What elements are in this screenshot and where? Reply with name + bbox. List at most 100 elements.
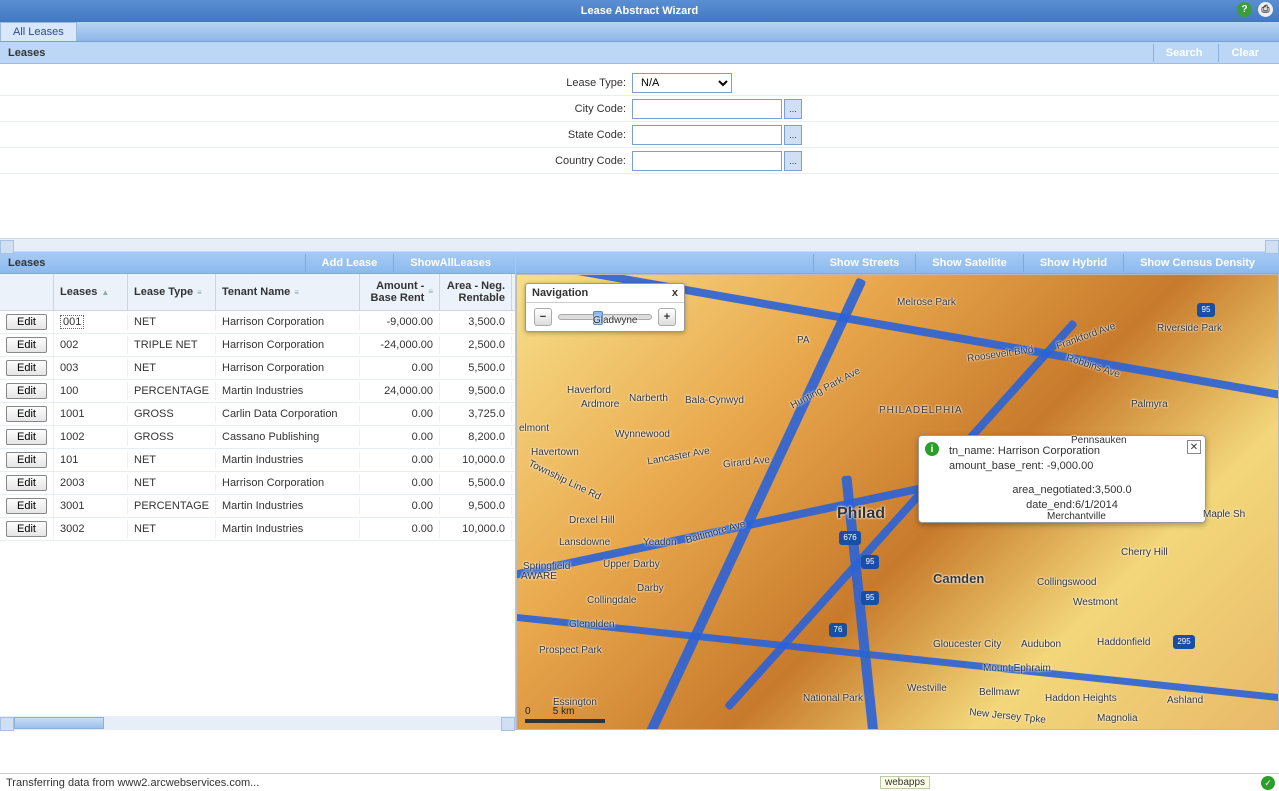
city-code-input[interactable] <box>632 99 782 119</box>
shield-295: 295 <box>1173 635 1195 649</box>
edit-button[interactable]: Edit <box>6 429 47 445</box>
shield-95-2: 95 <box>861 591 879 605</box>
map-label-line-rd: Township Line Rd <box>527 458 603 502</box>
city-code-lookup-button[interactable]: ... <box>784 99 802 119</box>
table-row[interactable]: Edit003NETHarrison Corporation0.005,500.… <box>0 357 515 380</box>
cell-lease-type: GROSS <box>128 428 216 446</box>
edit-button[interactable]: Edit <box>6 360 47 376</box>
map-label-glenolden: Glenolden <box>569 619 615 630</box>
edit-button[interactable]: Edit <box>6 314 47 330</box>
map-canvas[interactable]: Navigation x − + i ✕ tn_name: Harrison C… <box>516 274 1279 730</box>
print-icon[interactable]: ⎙ <box>1258 2 1273 17</box>
map-label-nj-tpke: New Jersey Tpke <box>969 707 1047 726</box>
map-label-narberth: Narberth <box>629 393 668 404</box>
edit-button[interactable]: Edit <box>6 475 47 491</box>
city-code-label: City Code: <box>0 103 632 115</box>
scroll-thumb[interactable] <box>14 717 104 729</box>
edit-button[interactable]: Edit <box>6 406 47 422</box>
left-h-scrollbar[interactable] <box>0 716 515 730</box>
nav-close-icon[interactable]: x <box>672 287 678 299</box>
state-code-lookup-button[interactable]: ... <box>784 125 802 145</box>
col-lease-type[interactable]: Lease Type≡ <box>128 274 216 310</box>
col-leases[interactable]: Leases▲ <box>54 274 128 310</box>
country-code-input[interactable] <box>632 151 782 171</box>
window-title: Lease Abstract Wizard <box>581 5 698 17</box>
map-label-hunting: Hunting Park Ave <box>789 366 862 412</box>
table-row[interactable]: Edit2003NETHarrison Corporation0.005,500… <box>0 472 515 495</box>
table-row[interactable]: Edit101NETMartin Industries0.0010,000.0 <box>0 449 515 472</box>
zoom-out-button[interactable]: − <box>534 308 552 326</box>
cell-lease-type: TRIPLE NET <box>128 336 216 354</box>
cell-tenant: Harrison Corporation <box>216 313 360 331</box>
cell-area: 3,725.0 <box>440 405 512 423</box>
shield-95-3: 95 <box>1197 303 1215 317</box>
map-label-lancaster: Lancaster Ave <box>647 446 711 468</box>
map-label-melrose: Melrose Park <box>897 297 956 308</box>
country-code-lookup-button[interactable]: ... <box>784 151 802 171</box>
map-label-haverford: Haverford <box>567 385 611 396</box>
map-label-ashland: Ashland <box>1167 695 1203 706</box>
cell-lease-id: 002 <box>54 336 128 354</box>
col-amount[interactable]: Amount - Base Rent≡ <box>360 274 440 310</box>
cell-tenant: Carlin Data Corporation <box>216 405 360 423</box>
cell-lease-type: NET <box>128 520 216 538</box>
cell-amount: 0.00 <box>360 428 440 446</box>
col-edit <box>0 274 54 310</box>
lease-type-select[interactable]: N/A <box>632 73 732 93</box>
col-area[interactable]: Area - Neg. Rentable <box>440 274 512 310</box>
table-row[interactable]: Edit002TRIPLE NETHarrison Corporation-24… <box>0 334 515 357</box>
map-label-haddonfield: Haddonfield <box>1097 637 1150 648</box>
map-label-yeadon: Yeadon <box>643 537 677 548</box>
scale-bar: 0 5 km <box>525 706 605 723</box>
col-tenant-name[interactable]: Tenant Name≡ <box>216 274 360 310</box>
map-label-bellmawr: Bellmawr <box>979 687 1020 698</box>
cell-lease-id: 1002 <box>54 428 128 446</box>
edit-button[interactable]: Edit <box>6 452 47 468</box>
cell-tenant: Harrison Corporation <box>216 474 360 492</box>
table-row[interactable]: Edit1001GROSSCarlin Data Corporation0.00… <box>0 403 515 426</box>
show-census-density-button[interactable]: Show Census Density <box>1123 254 1271 272</box>
map-info-popup: i ✕ tn_name: Harrison Corporation amount… <box>918 435 1206 523</box>
webapps-badge: webapps <box>880 776 930 789</box>
tab-all-leases[interactable]: All Leases <box>0 22 77 41</box>
map-label-palmyra: Palmyra <box>1131 399 1168 410</box>
search-button[interactable]: Search <box>1153 44 1215 62</box>
cell-amount: 0.00 <box>360 497 440 515</box>
table-row[interactable]: Edit001NETHarrison Corporation-9,000.003… <box>0 311 515 334</box>
zoom-in-button[interactable]: + <box>658 308 676 326</box>
edit-button[interactable]: Edit <box>6 337 47 353</box>
mid-scrollbar[interactable] <box>0 238 1279 252</box>
clear-button[interactable]: Clear <box>1218 44 1271 62</box>
shield-76: 76 <box>829 623 847 637</box>
map-label-bala: Bala-Cynwyd <box>685 395 744 406</box>
popup-close-icon[interactable]: ✕ <box>1187 440 1201 454</box>
map-label-westville: Westville <box>907 683 947 694</box>
sort-asc-icon: ▲ <box>101 288 109 297</box>
show-hybrid-button[interactable]: Show Hybrid <box>1023 254 1123 272</box>
show-streets-button[interactable]: Show Streets <box>813 254 916 272</box>
add-lease-button[interactable]: Add Lease <box>305 254 394 272</box>
edit-button[interactable]: Edit <box>6 521 47 537</box>
cell-amount: 0.00 <box>360 474 440 492</box>
table-row[interactable]: Edit1002GROSSCassano Publishing0.008,200… <box>0 426 515 449</box>
cell-amount: -9,000.00 <box>360 313 440 331</box>
cell-amount: 0.00 <box>360 520 440 538</box>
state-code-input[interactable] <box>632 125 782 145</box>
table-row[interactable]: Edit100PERCENTAGEMartin Industries24,000… <box>0 380 515 403</box>
show-satellite-button[interactable]: Show Satellite <box>915 254 1023 272</box>
cell-area: 5,500.0 <box>440 359 512 377</box>
map-label-merchantville: Merchantville <box>1047 511 1106 522</box>
map-label-collingswood: Collingswood <box>1037 577 1096 588</box>
grid-header-row: Leases▲ Lease Type≡ Tenant Name≡ Amount … <box>0 274 515 311</box>
cell-tenant: Martin Industries <box>216 382 360 400</box>
help-icon[interactable]: ? <box>1237 2 1252 17</box>
map-label-gloucester: Gloucester City <box>933 639 1001 650</box>
show-all-leases-button[interactable]: ShowAllLeases <box>393 254 507 272</box>
cell-lease-type: GROSS <box>128 405 216 423</box>
popup-line1: tn_name: Harrison Corporation <box>949 444 1195 459</box>
map-label-drexel: Drexel Hill <box>569 515 615 526</box>
table-row[interactable]: Edit3002NETMartin Industries0.0010,000.0 <box>0 518 515 541</box>
table-row[interactable]: Edit3001PERCENTAGEMartin Industries0.009… <box>0 495 515 518</box>
edit-button[interactable]: Edit <box>6 383 47 399</box>
edit-button[interactable]: Edit <box>6 498 47 514</box>
